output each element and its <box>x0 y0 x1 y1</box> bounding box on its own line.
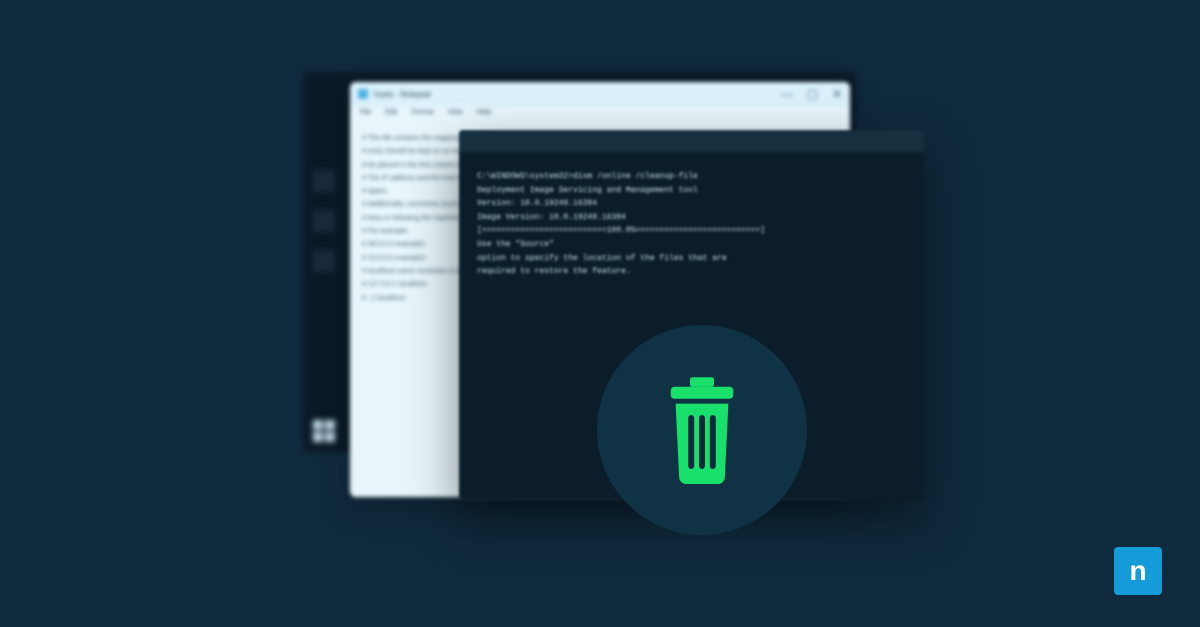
terminal-line: required to restore the feature. <box>477 265 906 279</box>
brand-logo: n <box>1114 547 1162 595</box>
terminal-line: Version: 10.0.19249.16384 <box>477 197 906 211</box>
terminal-line: Image Version: 10.0.19249.16384 <box>477 211 906 225</box>
terminal-line: Use the "Source" <box>477 238 906 252</box>
brand-letter: n <box>1129 555 1146 587</box>
taskbar-item <box>313 210 335 232</box>
terminal-line: C:\WINDOWS\system32>dism /online /cleanu… <box>477 170 906 184</box>
maximize-button[interactable]: ▢ <box>807 87 818 101</box>
menu-format[interactable]: Format <box>411 109 433 121</box>
terminal-line: Deployment Image Servicing and Managemen… <box>477 184 906 198</box>
minimize-button[interactable]: — <box>781 87 793 101</box>
file-icon <box>358 89 368 99</box>
trash-icon <box>642 370 762 490</box>
taskbar-item <box>313 170 335 192</box>
menu-file[interactable]: File <box>360 109 371 121</box>
notepad-menubar: File Edit Format View Help <box>350 106 850 124</box>
terminal-line: option to specify the location of the fi… <box>477 252 906 266</box>
notepad-titlebar: hosts - Notepad — ▢ ✕ <box>350 82 850 106</box>
terminal-titlebar <box>459 130 924 152</box>
menu-help[interactable]: Help <box>477 109 491 121</box>
notepad-title: hosts - Notepad <box>374 90 430 99</box>
trash-badge <box>597 325 807 535</box>
close-button[interactable]: ✕ <box>832 87 842 101</box>
windows-logo-icon[interactable] <box>313 420 335 442</box>
taskbar-item <box>313 250 335 272</box>
terminal-content[interactable]: C:\WINDOWS\system32>dism /online /cleanu… <box>459 152 924 297</box>
menu-view[interactable]: View <box>448 109 463 121</box>
terminal-line: [==========================100.0%=======… <box>477 224 906 238</box>
menu-edit[interactable]: Edit <box>385 109 397 121</box>
